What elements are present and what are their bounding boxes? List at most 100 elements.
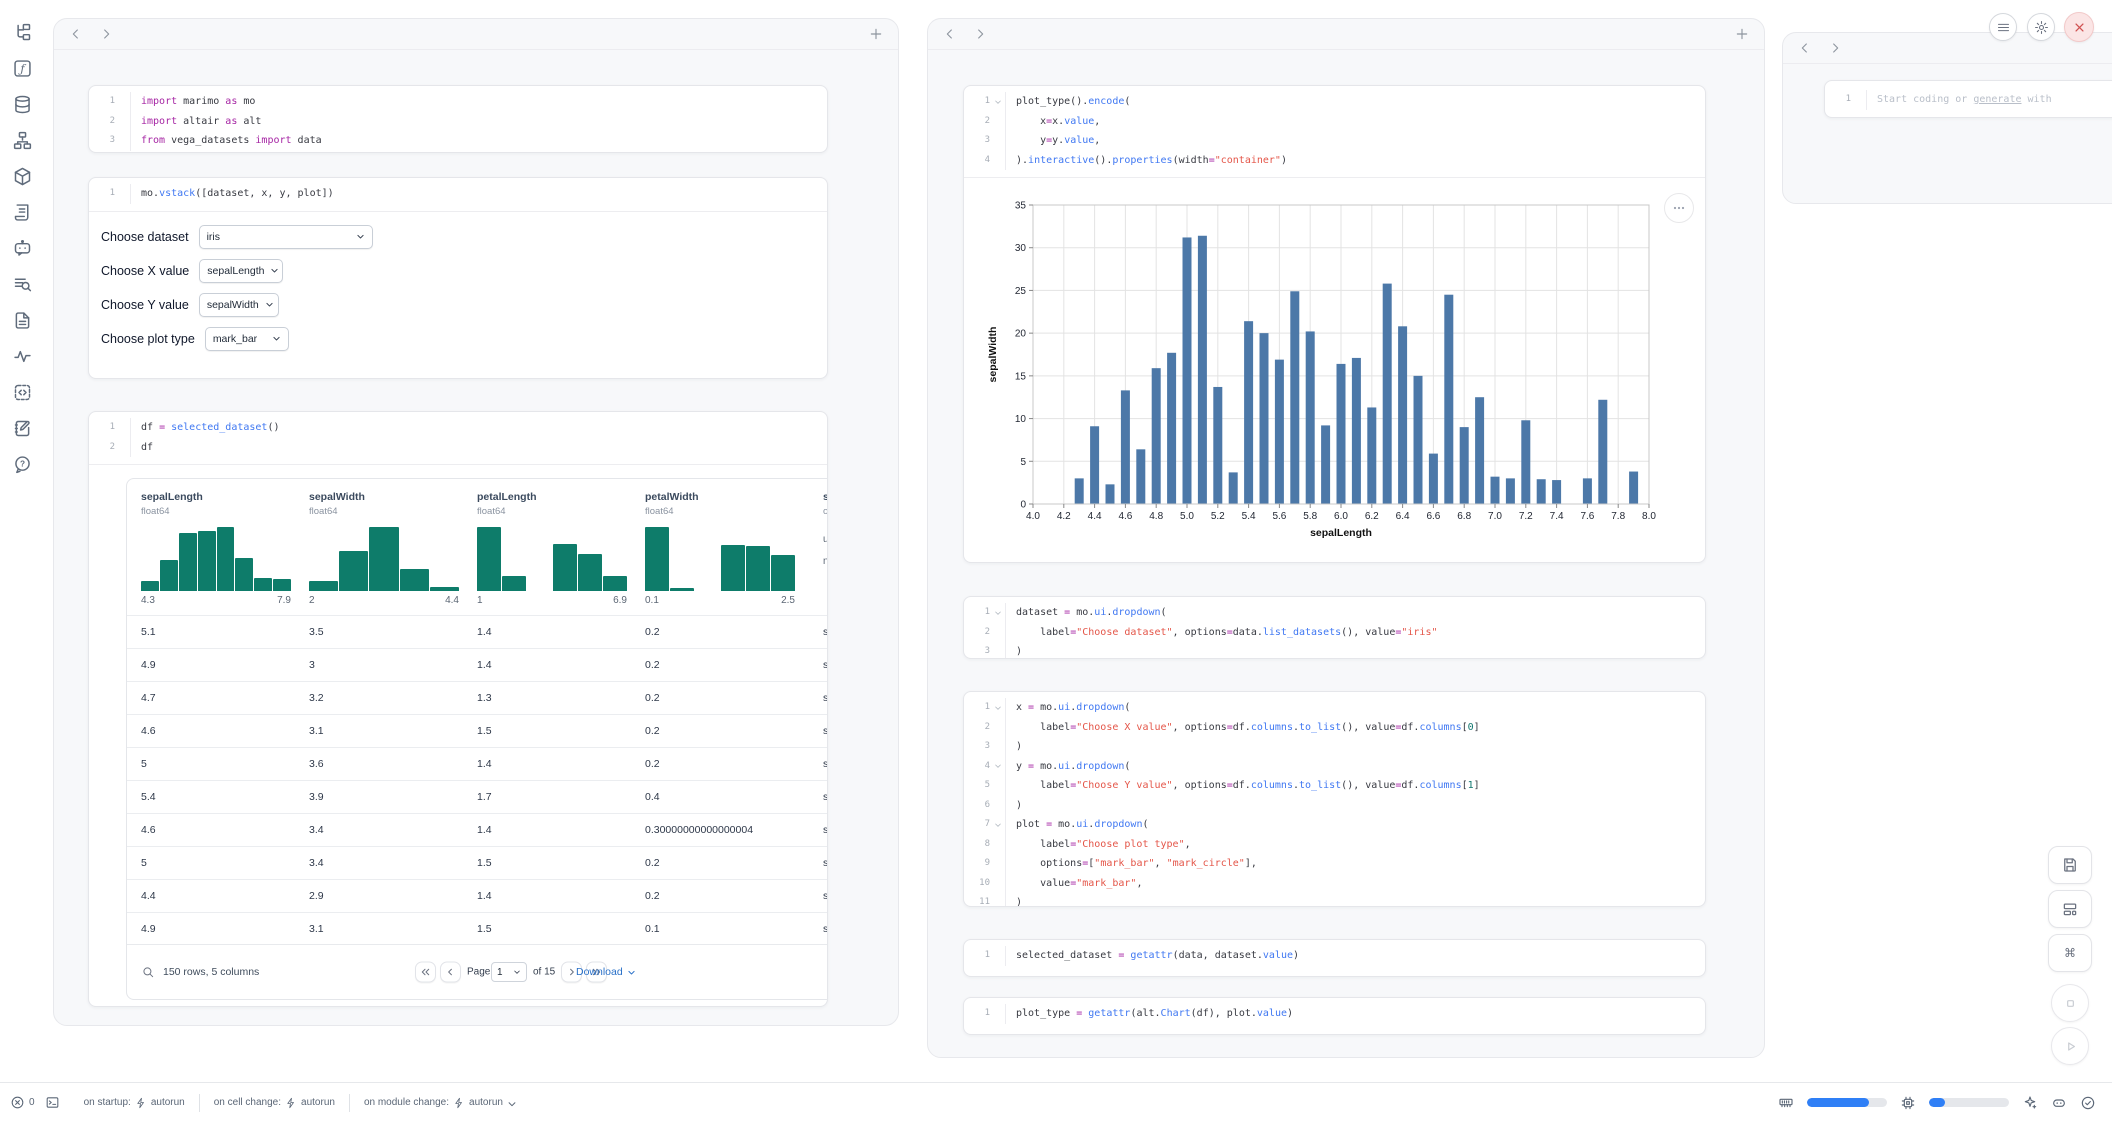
line-number: 4 xyxy=(964,151,990,171)
column-right-scroll-left-button[interactable] xyxy=(1797,40,1813,56)
copilot-button[interactable] xyxy=(2051,1095,2067,1111)
table-column-header: sepalLengthfloat644.37.9 xyxy=(141,479,309,615)
code-text: ) xyxy=(1005,893,1705,907)
svg-text:4.8: 4.8 xyxy=(1149,511,1163,522)
svg-text:7.8: 7.8 xyxy=(1611,511,1625,522)
plot-type-code-editor[interactable]: 1plot_type = getattr(alt.Chart(df), plot… xyxy=(964,998,1705,1031)
svg-text:7.0: 7.0 xyxy=(1488,511,1502,522)
control-row: Choose Y valuesepalWidth xyxy=(101,293,815,317)
sidebar-item-datasources[interactable] xyxy=(0,86,44,122)
autorun-setting[interactable]: on cell change:autorun xyxy=(200,1097,349,1109)
layout-toggle-button[interactable] xyxy=(2048,890,2092,928)
connection-status-icon[interactable] xyxy=(2080,1095,2096,1111)
sidebar-item-scratchpad[interactable] xyxy=(0,410,44,446)
table-cell: 1.4 xyxy=(477,649,645,681)
vstack-output: Choose datasetirisChoose X valuesepalLen… xyxy=(89,212,827,351)
x-value-select[interactable]: sepalLength xyxy=(199,259,283,283)
selected-dataset-code-editor[interactable]: 1selected_dataset = getattr(data, datase… xyxy=(964,940,1705,973)
vstack-code-editor[interactable]: 1mo.vstack([dataset, x, y, plot]) xyxy=(89,178,827,211)
table-cell: 5.4 xyxy=(141,781,309,813)
table-cell: 3.4 xyxy=(309,814,477,846)
error-indicator[interactable]: 0 xyxy=(10,1095,35,1110)
sidebar-item-documentation[interactable] xyxy=(0,302,44,338)
page-select[interactable]: 1 xyxy=(491,962,527,982)
altair-chart[interactable]: 4.04.24.44.64.85.05.25.45.65.86.06.26.46… xyxy=(982,192,1682,552)
download-button[interactable]: Download xyxy=(576,966,636,978)
control-row: Choose X valuesepalLength xyxy=(101,259,815,283)
sidebar-item-logs[interactable] xyxy=(0,194,44,230)
chevron-down-icon xyxy=(270,266,279,275)
column-left-scroll-left-button[interactable] xyxy=(68,26,84,42)
line-number: 2 xyxy=(89,112,115,132)
sidebar-item-help[interactable]: ? xyxy=(0,446,44,482)
save-button[interactable] xyxy=(2048,846,2092,884)
autorun-setting[interactable]: on module change:autorun xyxy=(350,1097,531,1109)
first-page-button[interactable] xyxy=(415,962,436,983)
column-left-scroll-right-button[interactable] xyxy=(98,26,114,42)
code-line: 1x = mo.ui.dropdown( xyxy=(964,698,1705,718)
svg-text:0: 0 xyxy=(1020,500,1026,511)
command-palette-button[interactable]: ⌘ xyxy=(2048,934,2092,972)
code-text: df xyxy=(130,438,827,458)
generate-with-ai-link[interactable]: generate xyxy=(1973,94,2021,105)
page-label: Page xyxy=(467,967,490,978)
sidebar-item-snippets[interactable] xyxy=(0,374,44,410)
dataset-dropdown-code-editor[interactable]: 1dataset = mo.ui.dropdown(2 label="Choos… xyxy=(964,597,1705,659)
prev-page-button[interactable] xyxy=(440,962,461,983)
svg-text:10: 10 xyxy=(1015,414,1027,425)
shutdown-button[interactable] xyxy=(2064,12,2094,42)
svg-text:⌘: ⌘ xyxy=(2064,946,2076,960)
ai-assist-button[interactable] xyxy=(2022,1095,2038,1111)
dataframe-code-editor[interactable]: 1df = selected_dataset()2df xyxy=(89,412,827,464)
dataset-select[interactable]: iris xyxy=(199,225,373,249)
line-number: 1 xyxy=(964,946,990,966)
lightning-icon xyxy=(135,1097,147,1109)
settings-button[interactable] xyxy=(2027,13,2055,41)
column-left-add-cell-button[interactable] xyxy=(868,26,884,42)
sidebar-item-functions[interactable]: ƒ xyxy=(0,50,44,86)
cell-plot-chart: 1plot_type().encode(2 x=x.value,3 y=y.va… xyxy=(963,85,1706,563)
svg-text:4.4: 4.4 xyxy=(1088,511,1102,522)
sidebar-item-file-explorer[interactable] xyxy=(0,14,44,50)
sidebar-item-chat[interactable] xyxy=(0,230,44,266)
sidebar-item-packages[interactable] xyxy=(0,158,44,194)
y-value-select[interactable]: sepalWidth xyxy=(199,293,279,317)
stop-button[interactable] xyxy=(2051,984,2089,1022)
activity-icon xyxy=(12,346,33,367)
code-text: ) xyxy=(1005,642,1705,659)
page-total-label: of 15 xyxy=(533,967,555,978)
plot-type-select[interactable]: mark_bar xyxy=(205,327,289,351)
page-select-value: 1 xyxy=(497,967,503,978)
table-cell: 0.2 xyxy=(645,847,823,879)
code-text: from vega_datasets import data xyxy=(130,131,827,151)
column-middle-scroll-left-button[interactable] xyxy=(942,26,958,42)
code-line: 2 x=x.value, xyxy=(964,112,1705,132)
notebook-menu-button[interactable] xyxy=(1989,13,2017,41)
table-cell: 3.2 xyxy=(309,682,477,714)
cell-empty[interactable]: 1 Start coding or generate with xyxy=(1824,80,2112,118)
code-text: plot = mo.ui.dropdown( xyxy=(1005,815,1705,835)
autorun-setting[interactable]: on startup:autorun xyxy=(70,1097,199,1109)
search-icon[interactable] xyxy=(141,965,155,979)
table-cell: 5 xyxy=(141,847,309,879)
line-number: 1 xyxy=(89,92,115,112)
chevron-down-icon xyxy=(507,1098,517,1108)
sidebar-item-tracebacks[interactable] xyxy=(0,266,44,302)
svg-text:5.6: 5.6 xyxy=(1272,511,1286,522)
column-middle-add-cell-button[interactable] xyxy=(1734,26,1750,42)
terminal-button[interactable] xyxy=(45,1095,60,1110)
column-middle-scroll-right-button[interactable] xyxy=(972,26,988,42)
code-line: 5 label="Choose Y value", options=df.col… xyxy=(964,776,1705,796)
xy-plot-dropdowns-code-editor[interactable]: 1x = mo.ui.dropdown(2 label="Choose X va… xyxy=(964,692,1705,907)
cell-imports: 1import marimo as mo2import altair as al… xyxy=(88,85,828,153)
line-number: 1 xyxy=(1825,90,1851,110)
run-button[interactable] xyxy=(2051,1027,2089,1065)
code-text: label="Choose X value", options=df.colum… xyxy=(1005,718,1705,738)
column-right-scroll-right-button[interactable] xyxy=(1827,40,1843,56)
chart-options-button[interactable] xyxy=(1664,193,1694,223)
selected-value: mark_bar xyxy=(213,333,257,345)
sidebar-item-profiler[interactable] xyxy=(0,338,44,374)
plot-code-editor[interactable]: 1plot_type().encode(2 x=x.value,3 y=y.va… xyxy=(964,86,1705,177)
sidebar-item-dependencies[interactable] xyxy=(0,122,44,158)
imports-code-editor[interactable]: 1import marimo as mo2import altair as al… xyxy=(89,86,827,153)
